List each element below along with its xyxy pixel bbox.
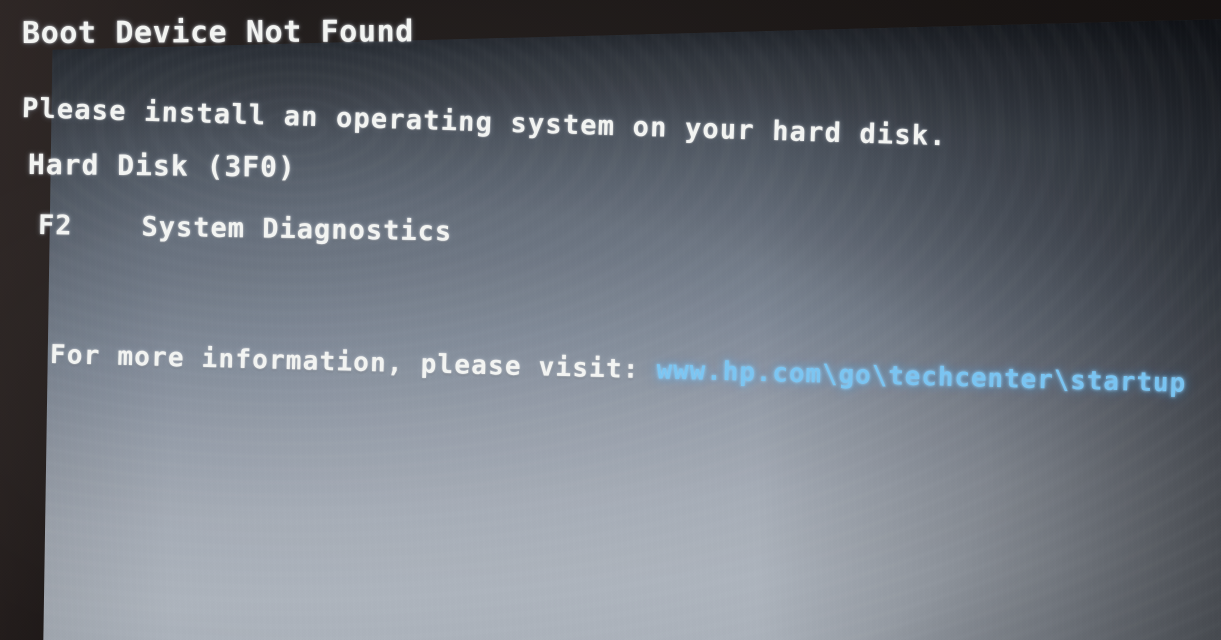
boot-error-instruction: Please install an operating system on yo… bbox=[21, 93, 948, 153]
option-key-f2: F2 bbox=[37, 210, 73, 242]
footer-more-information: For more information, please visit: www.… bbox=[50, 340, 1187, 399]
option-system-diagnostics[interactable]: F2 System Diagnostics bbox=[38, 210, 453, 248]
boot-error-title: Boot Device Not Found bbox=[21, 14, 414, 51]
option-label-system-diagnostics: System Diagnostics bbox=[141, 211, 453, 248]
footer-separator bbox=[639, 355, 657, 385]
footer-prefix-text: For more information, please visit: bbox=[49, 340, 641, 385]
bios-text-layer: Boot Device Not Found Please install an … bbox=[0, 0, 1221, 640]
monitor-photo: Boot Device Not Found Please install an … bbox=[0, 0, 1221, 640]
boot-error-device-code: Hard Disk (3F0) bbox=[27, 148, 297, 184]
hp-support-url[interactable]: www.hp.com\go\techcenter\startup bbox=[656, 355, 1186, 398]
option-key-spacer bbox=[72, 211, 142, 243]
